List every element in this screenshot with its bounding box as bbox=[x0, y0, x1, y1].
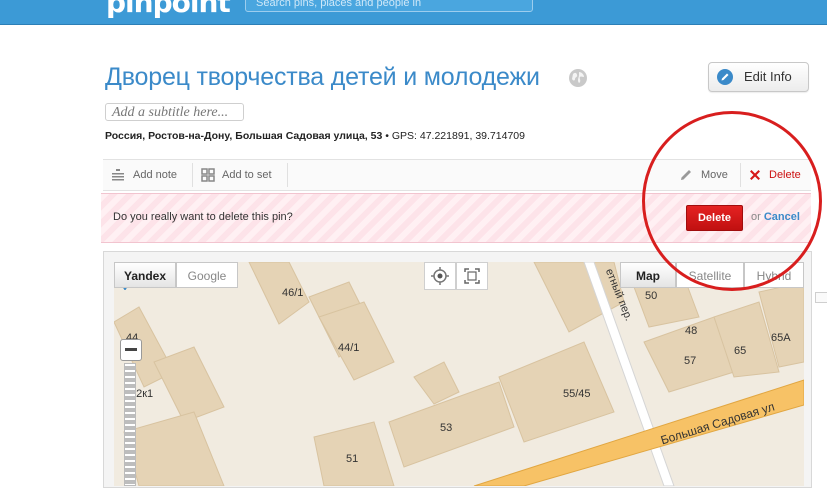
map-canvas[interactable] bbox=[114, 262, 804, 486]
subtitle-input[interactable]: Add a subtitle here... bbox=[105, 103, 244, 121]
search-input[interactable]: Search pins, places and people in bbox=[245, 0, 533, 12]
map-building bbox=[413, 361, 460, 405]
add-note-button[interactable]: Add note bbox=[133, 160, 177, 190]
scroll-edge bbox=[815, 292, 827, 303]
building-label: 50 bbox=[645, 290, 658, 302]
page-title: Дворец творчества детей и молодежи bbox=[105, 63, 540, 91]
zoom-slider[interactable] bbox=[124, 363, 136, 486]
globe-icon[interactable] bbox=[568, 68, 588, 88]
gps-label: • GPS: bbox=[385, 130, 417, 142]
expand-icon bbox=[464, 268, 480, 284]
building-label: 46/1 bbox=[282, 287, 304, 299]
fullscreen-button[interactable] bbox=[456, 262, 488, 290]
map-building bbox=[498, 341, 615, 443]
zoom-out-button[interactable] bbox=[120, 339, 142, 361]
toolbar-divider bbox=[287, 163, 288, 187]
map-view[interactable]: 46/1 44/1 44 42к1 53 55/45 51 50 48 57 6… bbox=[114, 262, 804, 486]
building-label: 51 bbox=[346, 453, 359, 465]
building-label: 57 bbox=[684, 355, 697, 367]
building-label: 48 bbox=[685, 325, 698, 337]
edit-info-label: Edit Info bbox=[744, 69, 792, 84]
top-bar: pinpoint Search pins, places and people … bbox=[0, 0, 827, 25]
map-building bbox=[153, 346, 225, 423]
provider-google-button[interactable]: Google bbox=[176, 262, 238, 288]
gps-value: 47.221891, 39.714709 bbox=[419, 130, 525, 142]
building-label: 65А bbox=[771, 332, 791, 344]
provider-yandex-button[interactable]: Yandex bbox=[114, 262, 176, 288]
note-icon bbox=[112, 169, 124, 181]
site-logo[interactable]: pinpoint bbox=[106, 0, 231, 19]
address-text: Россия, Ростов-на-Дону, Большая Садовая … bbox=[105, 130, 383, 142]
confirm-question: Do you really want to delete this pin? bbox=[113, 211, 293, 223]
address-line: Россия, Ростов-на-Дону, Большая Садовая … bbox=[105, 130, 525, 142]
add-to-set-button[interactable]: Add to set bbox=[222, 160, 272, 190]
building-label: 55/45 bbox=[563, 388, 591, 400]
toolbar-divider bbox=[192, 163, 193, 187]
building-label: 53 bbox=[440, 422, 453, 434]
building-label: 65 bbox=[734, 345, 747, 357]
map-building bbox=[318, 301, 395, 381]
zoom-control[interactable] bbox=[120, 339, 142, 486]
grid-icon bbox=[201, 168, 215, 182]
locate-button[interactable] bbox=[424, 262, 456, 290]
edit-info-button[interactable]: Edit Info bbox=[708, 62, 809, 92]
building-label: 44/1 bbox=[338, 342, 360, 354]
highlight-circle bbox=[642, 111, 822, 291]
pencil-icon bbox=[717, 69, 733, 85]
map-type-map-button[interactable]: Map bbox=[620, 262, 676, 288]
target-icon bbox=[431, 267, 449, 285]
